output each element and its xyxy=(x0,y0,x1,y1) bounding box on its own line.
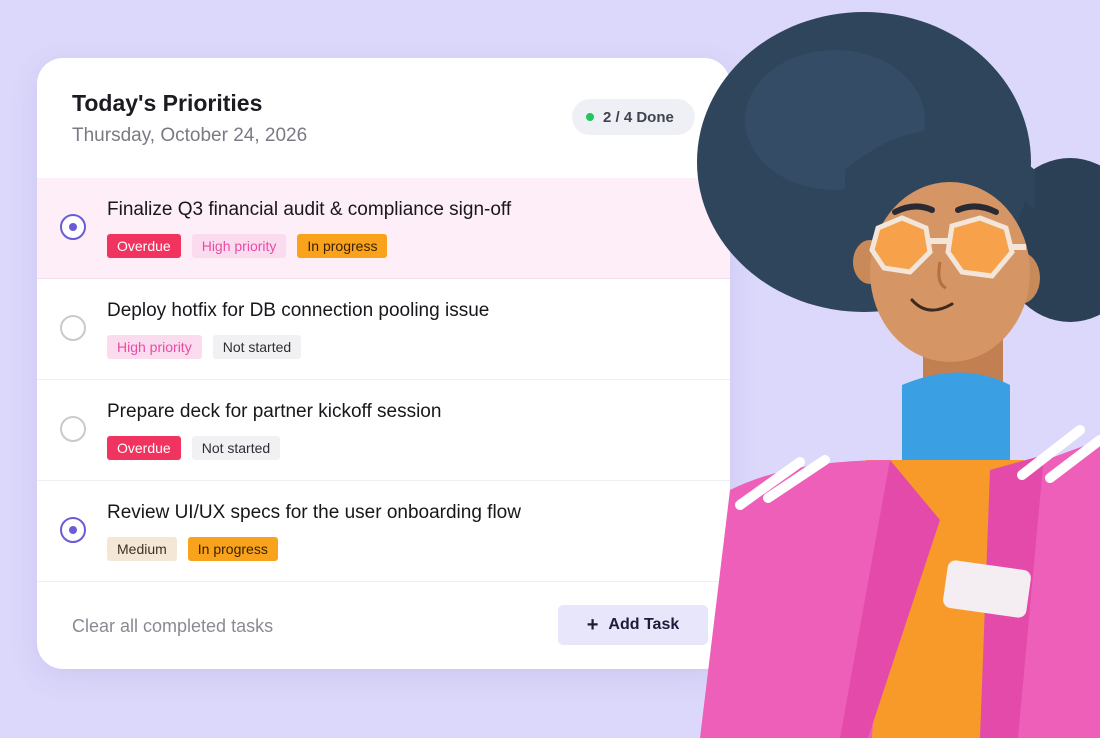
in-progress-tag: In progress xyxy=(187,537,278,561)
overdue-tag: Overdue xyxy=(107,436,181,460)
card-footer: Clear all completed tasks + Add Task xyxy=(37,583,730,669)
plus-icon: + xyxy=(586,614,599,636)
task-radio-icon[interactable] xyxy=(60,416,86,442)
high-priority-tag: High priority xyxy=(191,234,287,258)
task-tags: High priority Not started xyxy=(107,335,302,359)
task-radio-icon[interactable] xyxy=(60,214,86,240)
task-row[interactable]: Finalize Q3 financial audit & compliance… xyxy=(37,178,730,279)
date-label: Thursday, October 24, 2026 xyxy=(72,125,308,146)
high-priority-tag: High priority xyxy=(107,335,202,359)
task-row[interactable]: Prepare deck for partner kickoff session… xyxy=(37,380,730,481)
task-tags: Medium In progress xyxy=(107,537,278,561)
card-header: Today's Priorities Thursday, October 24,… xyxy=(37,58,730,178)
in-progress-tag: In progress xyxy=(297,234,388,258)
status-dot-icon xyxy=(586,113,594,121)
task-title: Prepare deck for partner kickoff session xyxy=(107,401,442,422)
medium-tag: Medium xyxy=(107,537,177,561)
task-row[interactable]: Deploy hotfix for DB connection pooling … xyxy=(37,279,730,380)
task-radio-icon[interactable] xyxy=(60,315,86,341)
page-title: Today's Priorities xyxy=(72,90,263,116)
overdue-tag: Overdue xyxy=(107,234,181,258)
not-started-tag: Not started xyxy=(212,335,302,359)
task-title: Review UI/UX specs for the user onboardi… xyxy=(107,502,521,523)
task-tags: Overdue High priority In progress xyxy=(107,234,388,258)
priorities-card: Today's Priorities Thursday, October 24,… xyxy=(37,58,730,669)
task-radio-icon[interactable] xyxy=(60,517,86,543)
task-tags: Overdue Not started xyxy=(107,436,281,460)
clear-completed-link[interactable]: Clear all completed tasks xyxy=(72,616,273,637)
task-title: Finalize Q3 financial audit & compliance… xyxy=(107,199,512,220)
task-row[interactable]: Review UI/UX specs for the user onboardi… xyxy=(37,481,730,582)
not-started-tag: Not started xyxy=(191,436,281,460)
task-title: Deploy hotfix for DB connection pooling … xyxy=(107,300,490,321)
character-illustration xyxy=(697,12,1100,738)
